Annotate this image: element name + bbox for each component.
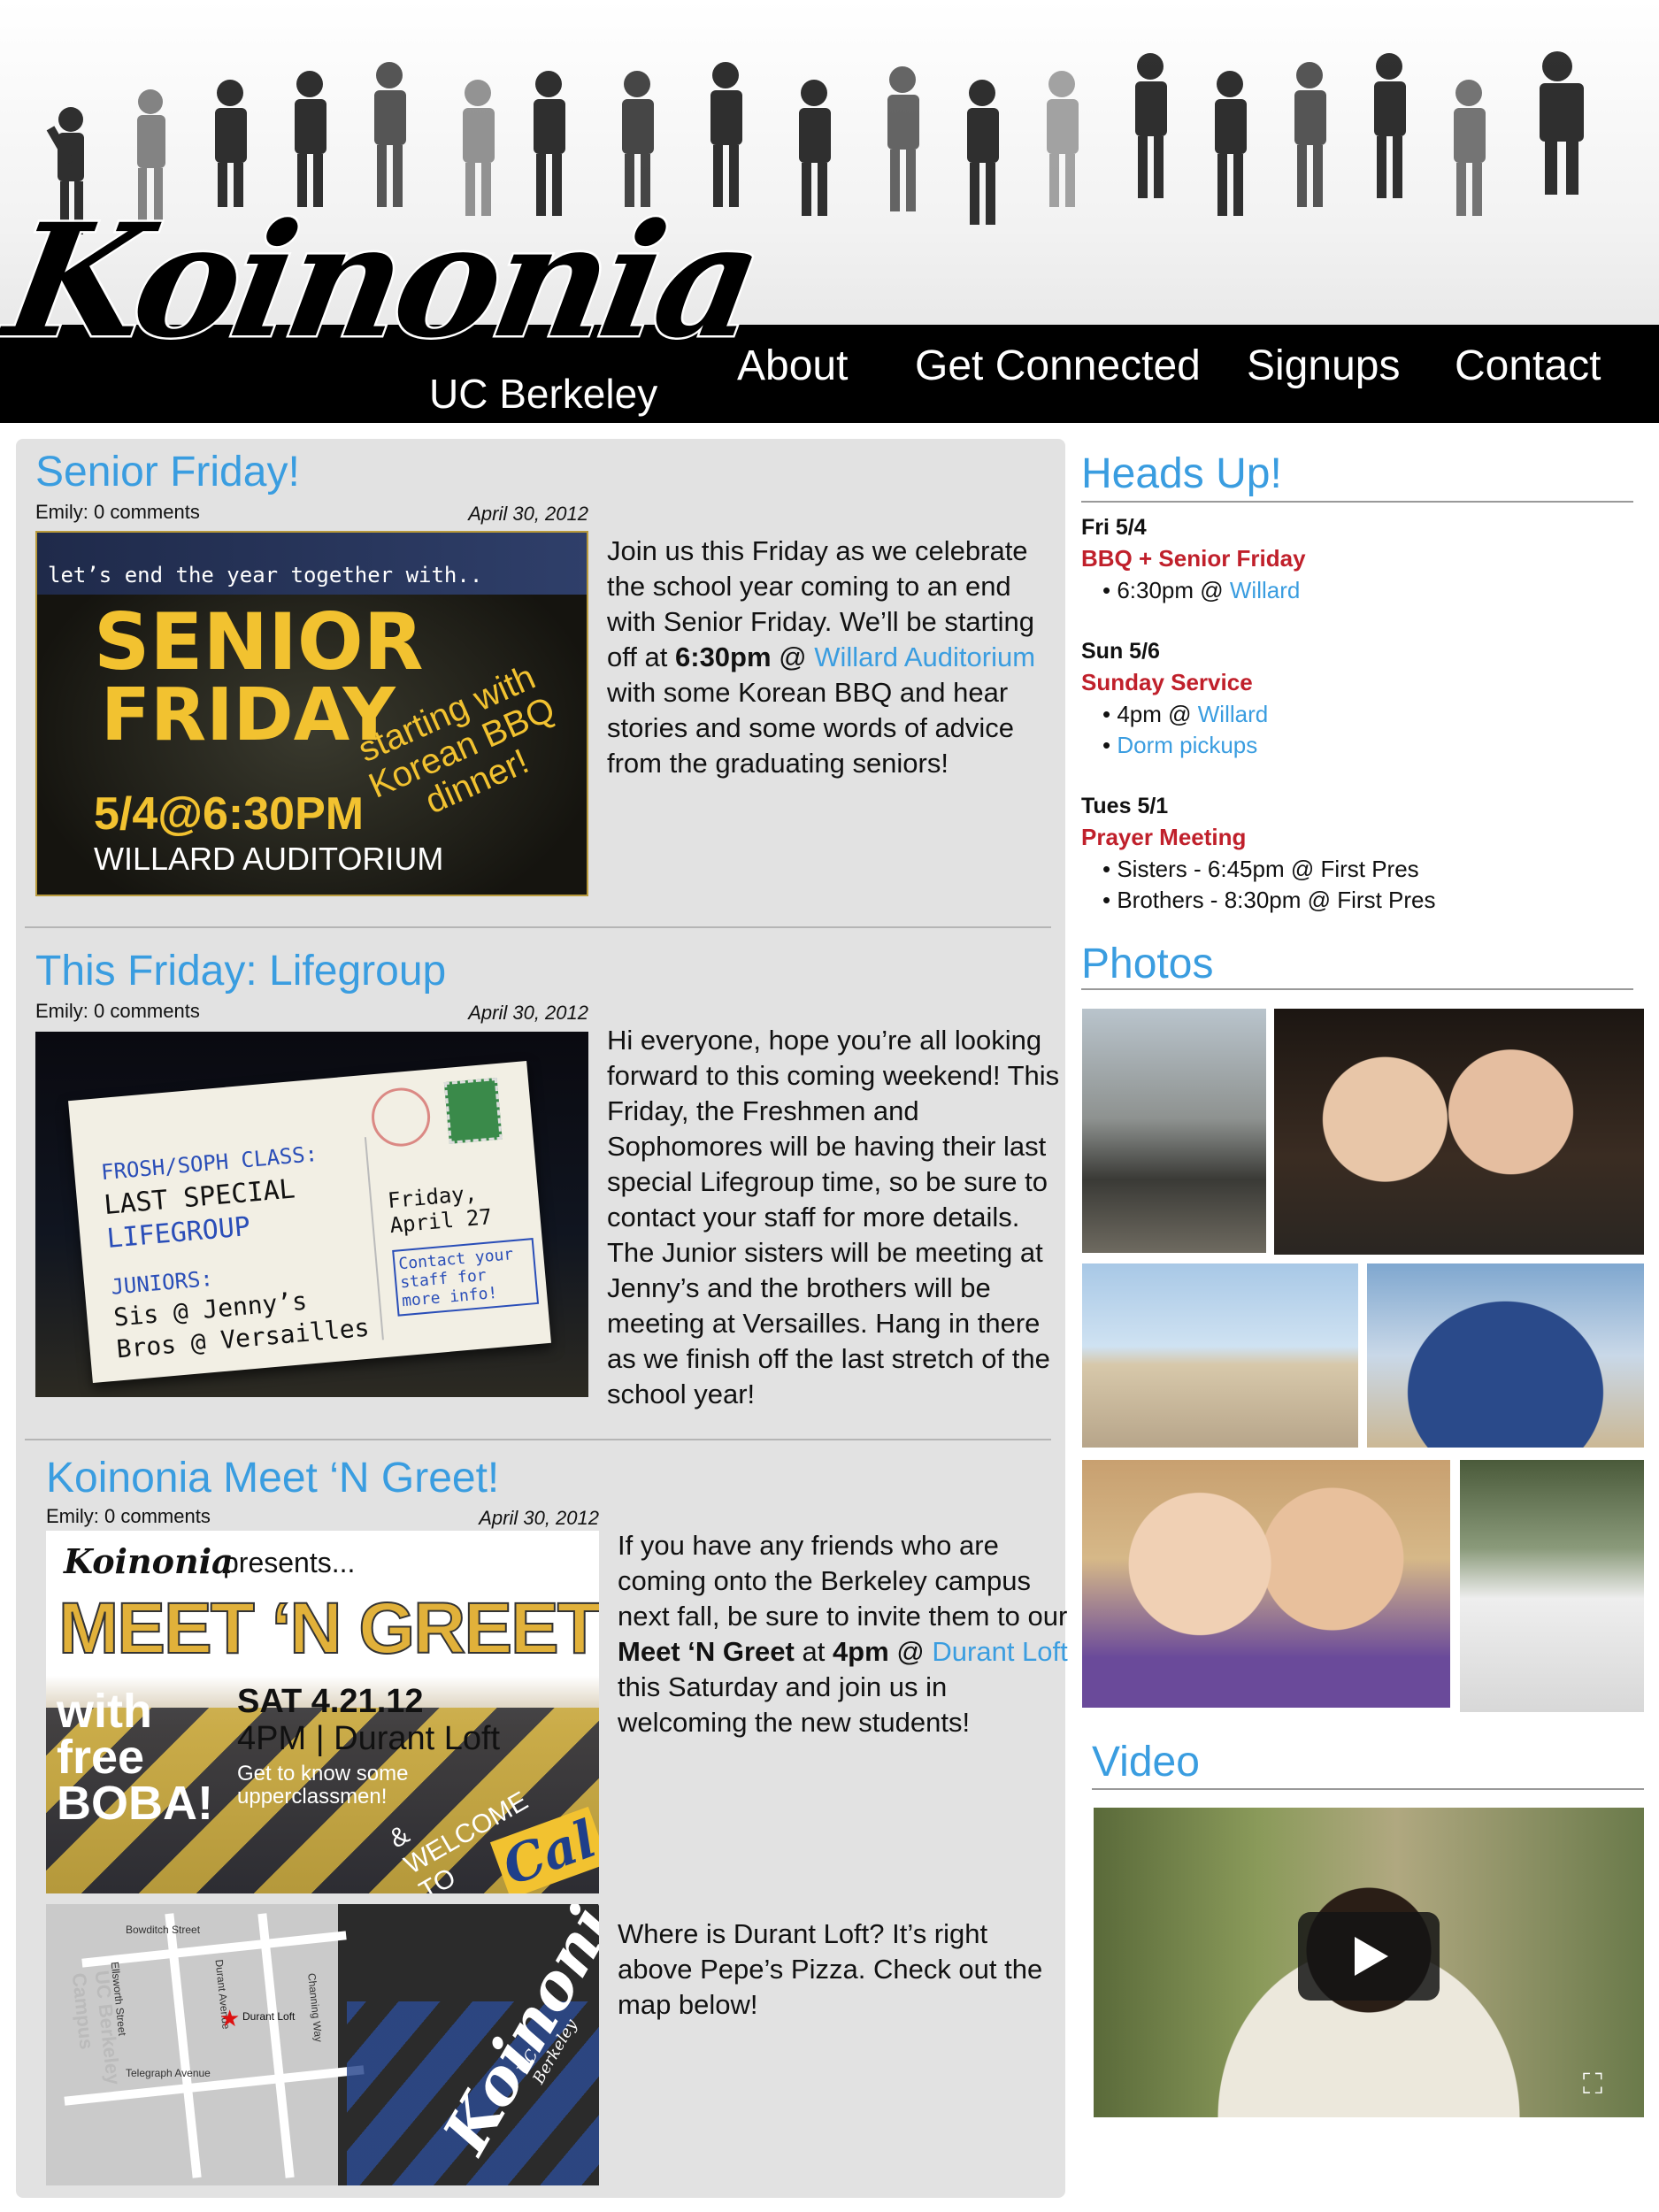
senior-friday-flyer[interactable]: let’s end the year together with.. SENIO… bbox=[35, 531, 588, 896]
meet-n-greet-flyer[interactable]: Koinonia presents... MEET ‘N GREET with … bbox=[46, 1531, 599, 1893]
play-button[interactable] bbox=[1298, 1912, 1440, 2001]
event-detail: • 6:30pm @ Willard bbox=[1102, 577, 1301, 603]
event-date: Sun 5/6 bbox=[1081, 639, 1160, 664]
flyer-note: Contact your staff for more info! bbox=[392, 1238, 540, 1317]
video-player[interactable]: ⛶ bbox=[1094, 1808, 1644, 2117]
event-date: Tues 5/1 bbox=[1081, 794, 1169, 818]
photos-title: Photos bbox=[1081, 941, 1214, 987]
flyer-date: Friday, April 27 bbox=[387, 1180, 494, 1239]
flyer-tagline: Get to know some upperclassmen! bbox=[237, 1762, 409, 1809]
flyer-time: 4PM | Durant Loft bbox=[237, 1720, 501, 1757]
nav-contact[interactable]: Contact bbox=[1455, 342, 1601, 390]
post-date: April 30, 2012 bbox=[468, 503, 588, 525]
event-name[interactable]: Prayer Meeting bbox=[1081, 824, 1246, 851]
nav-about[interactable]: About bbox=[737, 342, 848, 390]
heads-up-rule bbox=[1081, 501, 1633, 503]
photo-cal-shirts[interactable] bbox=[1367, 1263, 1644, 1448]
post-title-lifegroup[interactable]: This Friday: Lifegroup bbox=[35, 947, 446, 995]
flyer-headline-1: SENIOR bbox=[94, 596, 424, 687]
nav-get-connected[interactable]: Get Connected bbox=[915, 342, 1201, 390]
post-body-meet-n-greet: If you have any friends who are coming o… bbox=[618, 1530, 1068, 1738]
nav-signups[interactable]: Signups bbox=[1247, 342, 1400, 390]
event-detail: • Brothers - 8:30pm @ First Pres bbox=[1102, 887, 1436, 913]
flyer-brand: Koinonia bbox=[64, 1541, 234, 1581]
post-title-meet-n-greet[interactable]: Koinonia Meet ‘N Greet! bbox=[46, 1454, 499, 1502]
photo-two-friends[interactable] bbox=[1274, 1009, 1644, 1255]
post-divider bbox=[25, 1439, 1051, 1440]
flyer-where: WILLARD AUDITORIUM bbox=[94, 841, 444, 877]
event-detail: • Sisters - 6:45pm @ First Pres bbox=[1102, 856, 1419, 882]
flyer-when: 5/4@6:30PM bbox=[94, 788, 365, 840]
post-body-lifegroup: Hi everyone, hope you’re all looking for… bbox=[607, 1025, 1060, 1409]
photo-group-outdoor[interactable] bbox=[1082, 1009, 1266, 1253]
lifegroup-flyer[interactable]: FROSH/SOPH CLASS: LAST SPECIAL LIFEGROUP… bbox=[35, 1032, 588, 1397]
post-meta[interactable]: Emily: 0 comments bbox=[35, 1000, 200, 1023]
link-willard[interactable]: Willard bbox=[1230, 577, 1300, 603]
flyer-presents: presents... bbox=[223, 1547, 356, 1578]
map-street-telegraph: Telegraph Avenue bbox=[126, 2067, 211, 2079]
heads-up-title: Heads Up! bbox=[1081, 450, 1282, 497]
map-street-bowditch: Bowditch Street bbox=[126, 1924, 201, 1936]
post-title-senior-friday[interactable]: Senior Friday! bbox=[35, 448, 300, 496]
link-willard[interactable]: Willard bbox=[1198, 701, 1268, 727]
site-subtitle: UC Berkeley bbox=[429, 371, 658, 417]
event-name[interactable]: BBQ + Senior Friday bbox=[1081, 545, 1306, 572]
post-meta[interactable]: Emily: 0 comments bbox=[46, 1505, 211, 1528]
link-durant-loft[interactable]: Durant Loft bbox=[932, 1636, 1067, 1667]
map-marker-label: Durant Loft bbox=[242, 2010, 296, 2023]
durant-loft-map[interactable]: Bowditch Street Durant Avenue Channing W… bbox=[46, 1904, 599, 2185]
stamp-icon bbox=[443, 1077, 503, 1144]
flyer-with: with free BOBA! bbox=[57, 1685, 213, 1830]
post-date: April 30, 2012 bbox=[479, 1507, 599, 1529]
post-body-senior-friday: Join us this Friday as we celebrate the … bbox=[607, 535, 1036, 779]
postmark-icon bbox=[369, 1085, 433, 1149]
fullscreen-icon[interactable]: ⛶ bbox=[1575, 2066, 1610, 2101]
video-rule bbox=[1092, 1788, 1644, 1790]
event-detail: • 4pm @ Willard bbox=[1102, 701, 1269, 727]
postcard: FROSH/SOPH CLASS: LAST SPECIAL LIFEGROUP… bbox=[68, 1060, 551, 1384]
map-marker-icon: ★ bbox=[219, 2005, 241, 2032]
flyer-top-line: let’s end the year together with.. bbox=[48, 563, 483, 588]
link-willard-auditorium[interactable]: Willard Auditorium bbox=[814, 641, 1035, 672]
site-logo[interactable]: Koinonia bbox=[0, 188, 772, 375]
video-title: Video bbox=[1092, 1739, 1200, 1786]
event-name[interactable]: Sunday Service bbox=[1081, 669, 1253, 696]
event-date: Fri 5/4 bbox=[1081, 515, 1147, 540]
photo-smiling-friends[interactable] bbox=[1082, 1460, 1450, 1708]
post-date: April 30, 2012 bbox=[468, 1002, 588, 1024]
flyer-line-4: JUNIORS: bbox=[110, 1265, 214, 1300]
flyer-date: SAT 4.21.12 bbox=[237, 1683, 424, 1720]
post-meta[interactable]: Emily: 0 comments bbox=[35, 501, 200, 524]
photos-rule bbox=[1081, 988, 1633, 990]
play-icon bbox=[1355, 1937, 1388, 1976]
event-detail: • Dorm pickups bbox=[1102, 732, 1258, 758]
post-body-durant-loft: Where is Durant Loft? It’s right above P… bbox=[618, 1918, 1043, 2020]
photo-snow[interactable] bbox=[1460, 1460, 1644, 1712]
link-dorm-pickups[interactable]: Dorm pickups bbox=[1117, 732, 1257, 758]
flyer-headline: MEET ‘N GREET bbox=[58, 1587, 599, 1670]
post-divider bbox=[25, 926, 1051, 928]
photo-beach[interactable] bbox=[1082, 1263, 1358, 1448]
